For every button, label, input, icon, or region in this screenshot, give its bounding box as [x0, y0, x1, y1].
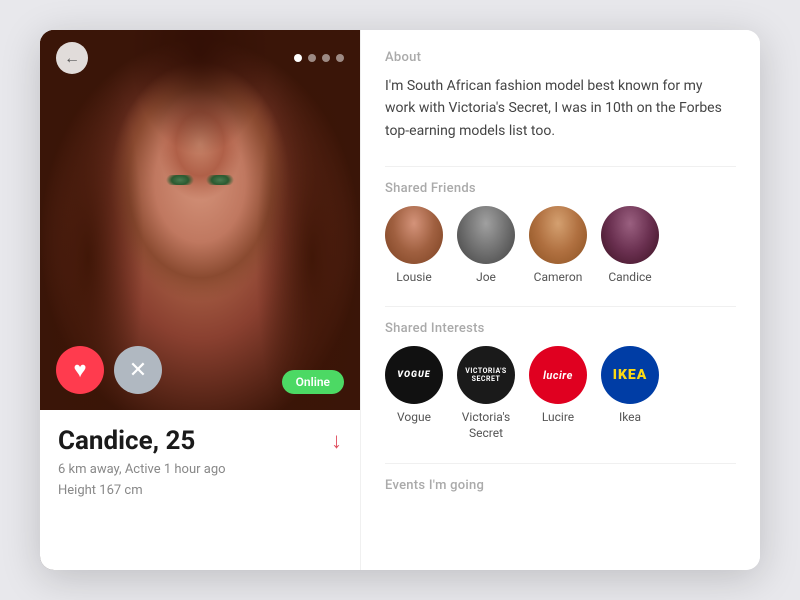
action-buttons: ♥ ✕ — [56, 346, 162, 394]
friend-candice[interactable]: Candice — [601, 206, 659, 284]
profile-meta: 6 km away, Active 1 hour ago Height 167 … — [58, 460, 342, 502]
dot-2[interactable] — [308, 54, 316, 62]
friend-joe[interactable]: Joe — [457, 206, 515, 284]
top-bar: ← — [40, 42, 360, 74]
back-icon: ← — [64, 48, 80, 68]
victoria-circle: VICTORIA'SSECRET — [457, 346, 515, 404]
arrow-down-icon[interactable]: ↓ — [331, 428, 342, 454]
interests-title: Shared Interests — [385, 321, 736, 336]
friends-row: Lousie Joe Cameron Candice — [385, 206, 736, 284]
vogue-label: Vogue — [397, 410, 431, 426]
like-button[interactable]: ♥ — [56, 346, 104, 394]
height: Height 167 cm — [58, 483, 143, 498]
avatar-joe — [457, 206, 515, 264]
vogue-circle: VOGUE — [385, 346, 443, 404]
interests-row: VOGUE Vogue VICTORIA'SSECRET Victoria'sS… — [385, 346, 736, 441]
vogue-text: VOGUE — [397, 370, 430, 380]
friends-title: Shared Friends — [385, 181, 736, 196]
avatar-cameron — [529, 206, 587, 264]
profile-name: Candice, 25 — [58, 426, 342, 456]
interest-ikea[interactable]: IKEA Ikea — [601, 346, 659, 441]
dot-1[interactable] — [294, 54, 302, 62]
events-title: Events I'm going — [385, 478, 736, 493]
ikea-label: Ikea — [619, 410, 641, 426]
shared-friends-section: Shared Friends Lousie Joe Cameron Candic… — [385, 181, 736, 284]
events-section: Events I'm going — [385, 478, 736, 493]
friend-name-cameron: Cameron — [534, 270, 583, 284]
friend-cameron[interactable]: Cameron — [529, 206, 587, 284]
lucire-circle: lucire — [529, 346, 587, 404]
photo-dots — [294, 54, 344, 62]
app-container: ← Online ♥ ✕ Candice, 25 6 km awa — [40, 30, 760, 570]
ikea-text: IKEA — [613, 367, 648, 383]
shared-interests-section: Shared Interests VOGUE Vogue VICTORIA'SS… — [385, 321, 736, 441]
online-badge: Online — [282, 370, 344, 394]
dot-3[interactable] — [322, 54, 330, 62]
back-button[interactable]: ← — [56, 42, 88, 74]
dislike-button[interactable]: ✕ — [114, 346, 162, 394]
about-text: I'm South African fashion model best kno… — [385, 75, 736, 142]
dot-4[interactable] — [336, 54, 344, 62]
divider-2 — [385, 306, 736, 307]
divider-3 — [385, 463, 736, 464]
lucire-text: lucire — [543, 369, 573, 382]
distance-active: 6 km away, Active 1 hour ago — [58, 462, 226, 477]
friend-name-joe: Joe — [476, 270, 496, 284]
avatar-candice — [601, 206, 659, 264]
friend-name-lousie: Lousie — [396, 270, 431, 284]
victoria-text: VICTORIA'SSECRET — [465, 367, 507, 384]
about-section: About I'm South African fashion model be… — [385, 50, 736, 142]
divider-1 — [385, 166, 736, 167]
lucire-label: Lucire — [542, 410, 574, 426]
about-title: About — [385, 50, 736, 65]
profile-photo: ← Online ♥ ✕ — [40, 30, 360, 410]
victoria-label: Victoria'sSecret — [462, 410, 510, 441]
avatar-lousie — [385, 206, 443, 264]
interest-vogue[interactable]: VOGUE Vogue — [385, 346, 443, 441]
interest-lucire[interactable]: lucire Lucire — [529, 346, 587, 441]
friend-lousie[interactable]: Lousie — [385, 206, 443, 284]
right-panel: About I'm South African fashion model be… — [360, 30, 760, 570]
interest-victorias-secret[interactable]: VICTORIA'SSECRET Victoria'sSecret — [457, 346, 515, 441]
left-panel: ← Online ♥ ✕ Candice, 25 6 km awa — [40, 30, 360, 570]
profile-info: Candice, 25 6 km away, Active 1 hour ago… — [40, 410, 360, 570]
friend-name-candice: Candice — [608, 270, 651, 284]
ikea-circle: IKEA — [601, 346, 659, 404]
